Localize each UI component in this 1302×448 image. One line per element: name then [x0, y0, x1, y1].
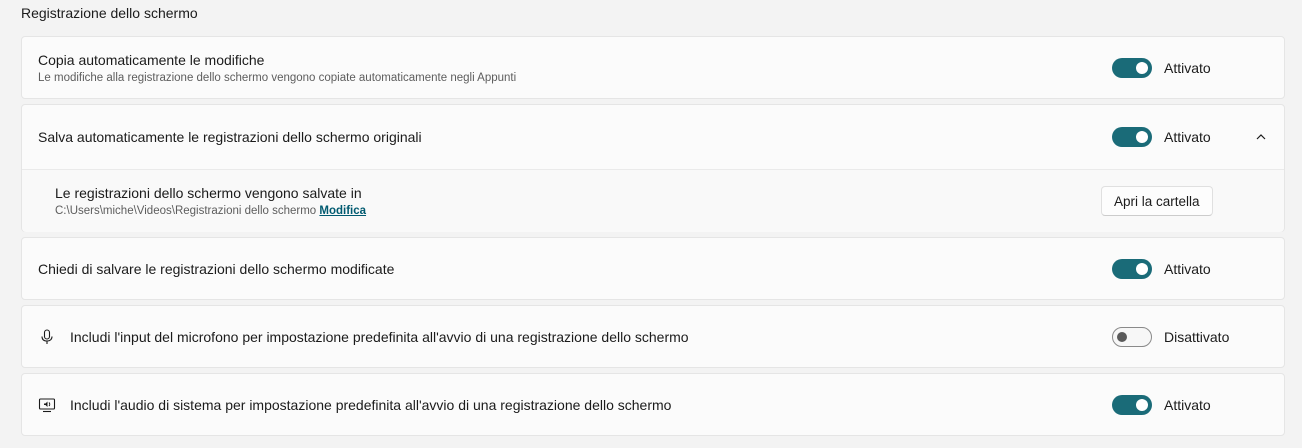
- auto-save-toggle[interactable]: [1112, 127, 1152, 147]
- auto-save-header[interactable]: Salva automaticamente le registrazioni d…: [22, 105, 1284, 169]
- save-location-path: C:\Users\miche\Videos\Registrazioni dell…: [55, 205, 366, 217]
- setting-auto-save: Salva automaticamente le registrazioni d…: [21, 104, 1285, 232]
- setting-ask-save: Chiedi di salvare le registrazioni dello…: [21, 237, 1285, 300]
- auto-copy-toggle[interactable]: [1112, 57, 1152, 78]
- ask-save-toggle[interactable]: [1112, 258, 1152, 279]
- setting-title: Salva automaticamente le registrazioni d…: [38, 129, 422, 145]
- save-location-title: Le registrazioni dello schermo vengono s…: [55, 185, 362, 201]
- save-location-panel: Le registrazioni dello schermo vengono s…: [22, 169, 1284, 232]
- toggle-state-label: Attivato: [1164, 396, 1211, 413]
- toggle-state-label: Attivato: [1164, 129, 1211, 145]
- save-path-text: C:\Users\miche\Videos\Registrazioni dell…: [55, 205, 317, 217]
- setting-auto-copy: Copia automaticamente le modifiche Le mo…: [21, 36, 1285, 99]
- chevron-up-icon[interactable]: [1254, 130, 1268, 144]
- microphone-toggle[interactable]: [1112, 326, 1152, 347]
- edit-location-link[interactable]: Modifica: [319, 205, 366, 217]
- setting-title: Includi l'audio di sistema per impostazi…: [70, 396, 672, 413]
- toggle-state-label: Attivato: [1164, 59, 1211, 76]
- setting-system-audio: Includi l'audio di sistema per impostazi…: [21, 373, 1285, 436]
- microphone-icon: [41, 328, 53, 344]
- system-audio-icon: [38, 397, 56, 412]
- open-folder-button[interactable]: Apri la cartella: [1101, 186, 1213, 216]
- setting-microphone: Includi l'input del microfono per impost…: [21, 305, 1285, 368]
- toggle-state-label: Disattivato: [1164, 328, 1230, 345]
- section-title: Registrazione dello schermo: [21, 5, 198, 21]
- setting-title: Chiedi di salvare le registrazioni dello…: [38, 260, 395, 277]
- setting-title: Copia automaticamente le modifiche: [38, 51, 265, 68]
- toggle-state-label: Attivato: [1164, 260, 1211, 277]
- setting-title: Includi l'input del microfono per impost…: [70, 328, 689, 345]
- system-audio-toggle[interactable]: [1112, 394, 1152, 415]
- setting-description: Le modifiche alla registrazione dello sc…: [38, 71, 517, 84]
